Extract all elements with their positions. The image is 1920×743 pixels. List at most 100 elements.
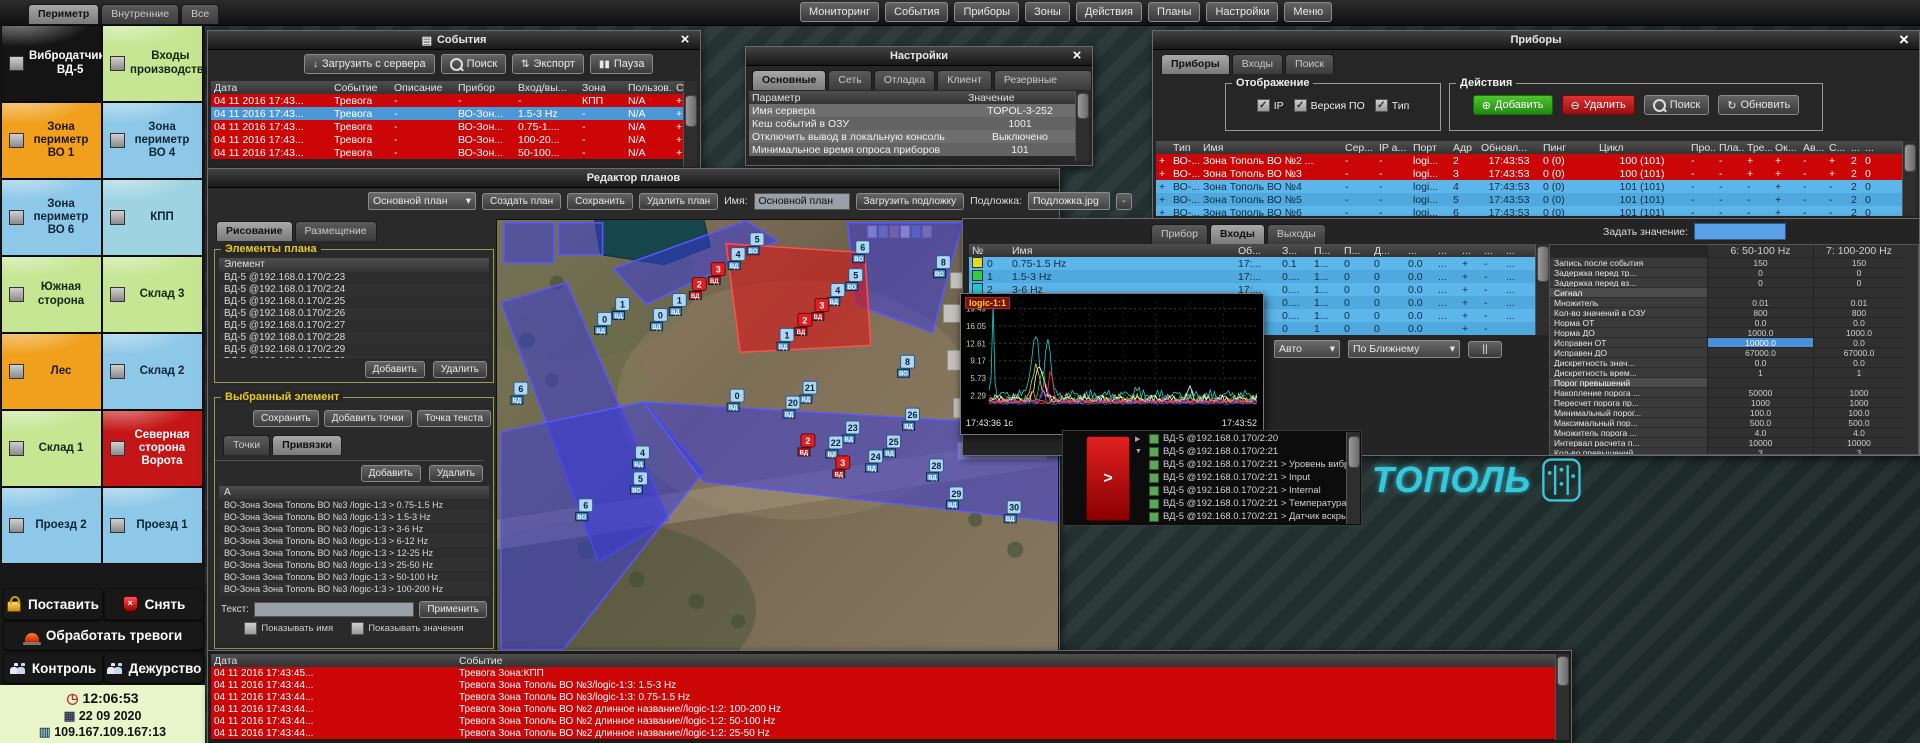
binding-item[interactable]: ВО-Зона Зона Тополь ВО №3 /logic-1:3 > 5… [219, 571, 489, 583]
param-value-2[interactable]: 500.0 [1813, 418, 1904, 428]
plan-element-item[interactable]: ВД-5 @192.168.0.170/2:30 [219, 356, 489, 358]
param-value-2[interactable] [1813, 288, 1904, 298]
tile-checkbox[interactable] [110, 441, 125, 456]
binding-item[interactable]: ВО-Зона Зона Тополь ВО №3 /logic-1:3 > 0… [219, 499, 489, 511]
settings-row[interactable]: Минимальное время опроса приборов101 [749, 143, 1075, 156]
devices-tab-Приборы[interactable]: Приборы [1161, 54, 1230, 74]
param-value-1[interactable]: 100.0 [1707, 408, 1813, 418]
log-row[interactable]: 04 11 2016 17:43:44...Тревога Зона Топол… [211, 691, 1555, 703]
param-value-1[interactable]: 0.01 [1707, 298, 1813, 308]
param-value-2[interactable]: 0 [1813, 268, 1904, 278]
armed-zone-polygon[interactable] [559, 223, 603, 255]
param-value-2[interactable]: 1000 [1813, 388, 1904, 398]
log-row[interactable]: 04 11 2016 17:43:44...Тревога Зона Топол… [211, 715, 1555, 727]
param-row[interactable]: Дискретность знач...0.00.0 [1550, 358, 1918, 368]
param-row[interactable]: Накопление порога ...500001000 [1550, 388, 1918, 398]
sensor-marker-3[interactable]: 3ВД [708, 263, 725, 285]
display-checkbox-Тип[interactable]: ✓Тип [1375, 99, 1410, 112]
settings-scrollbar[interactable] [1075, 91, 1089, 161]
Поиск-button[interactable]: Поиск [441, 54, 506, 74]
zone-tile[interactable]: Зона периметр ВО 4 [102, 102, 203, 179]
tile-checkbox[interactable] [110, 518, 125, 533]
duty-button[interactable]: Дежурство [104, 653, 204, 683]
plan-select[interactable]: Основной план▾ [368, 192, 476, 210]
zone-tile[interactable]: Склад 1 [1, 410, 102, 487]
device-row[interactable]: +ВО-...Зона Тополь ВО №5--logi...517:43:… [1156, 193, 1902, 206]
pause-button[interactable]: || [1468, 341, 1502, 358]
param-row[interactable]: Дискретность врем...11 [1550, 368, 1918, 378]
settings-tab-Отладка[interactable]: Отладка [874, 70, 936, 90]
set-value-input[interactable] [1694, 223, 1786, 240]
param-value-1[interactable]: 0 [1707, 268, 1813, 278]
param-value-1[interactable]: 4.0 [1707, 428, 1813, 438]
plan-element-item[interactable]: ВД-5 @192.168.0.170/2:25 [219, 296, 489, 308]
checkbox-box[interactable]: ✓ [1257, 99, 1270, 112]
view-tab-Внутренние[interactable]: Внутренние [101, 4, 179, 24]
event-row[interactable]: 04 11 2016 17:43...Тревога-ВО-Зон...100-… [211, 133, 683, 146]
devices-tab-Поиск[interactable]: Поиск [1285, 54, 1334, 74]
param-value-2[interactable]: 0 [1813, 278, 1904, 288]
process-alarms-button[interactable]: Обработать тревоги [3, 621, 204, 650]
param-value-1[interactable]: 500.0 [1707, 418, 1813, 428]
settings-tab-Резервные копии[interactable]: Резервные копии [994, 70, 1092, 90]
Поиск-button[interactable]: Поиск [1644, 95, 1709, 115]
zone-tile[interactable]: Лес [1, 333, 102, 410]
events-titlebar[interactable]: ▤ События × [208, 31, 700, 50]
plan-tab-Рисование[interactable]: Рисование [216, 221, 293, 241]
events-header-row[interactable]: ДатаСобытиеОписаниеПриборВход/вы...ЗонаП… [211, 81, 683, 94]
param-value-2[interactable]: 100.0 [1813, 408, 1904, 418]
arm-button[interactable]: Поставить [3, 588, 103, 620]
tile-checkbox[interactable] [9, 441, 24, 456]
zone-tile[interactable]: КПП [102, 179, 203, 256]
control-button[interactable]: Контроль [3, 653, 103, 683]
plan-element-item[interactable]: ВД-5 @192.168.0.170/2:28 [219, 332, 489, 344]
param-row[interactable]: Порог превышений [1550, 378, 1918, 388]
disarm-button[interactable]: ×Снять [104, 588, 204, 620]
param-value-2[interactable]: 67000.0 [1813, 348, 1904, 358]
tile-checkbox[interactable] [110, 133, 125, 148]
devices-titlebar[interactable]: Приборы × [1153, 31, 1919, 50]
settings-titlebar[interactable]: Настройки × [746, 47, 1092, 66]
log-header-row[interactable]: ДатаСобытие [211, 654, 1555, 667]
tab-Точки[interactable]: Точки [223, 435, 270, 455]
settings-tab-Клиент[interactable]: Клиент [937, 70, 992, 90]
param-row[interactable]: Исправен ДО67000.067000.0 [1550, 348, 1918, 358]
param-value-1[interactable]: 150 [1707, 258, 1813, 268]
menu-Приборы[interactable]: Приборы [954, 2, 1019, 22]
checkbox-box[interactable] [351, 622, 364, 635]
settings-row[interactable]: Отключить вывод в локальную консольВыклю… [749, 130, 1075, 143]
device-row[interactable]: +ВО-...Зона Тополь ВО №2 ...--logi...217… [1156, 154, 1902, 167]
zone-tile[interactable]: Зона периметр ВО 6 [1, 179, 102, 256]
sensor-marker-2[interactable]: 2ВД [689, 278, 706, 300]
checkbox-Показывать имя[interactable]: Показывать имя [244, 622, 333, 635]
display-checkbox-Версия ПО[interactable]: ✓Версия ПО [1294, 99, 1365, 112]
tile-checkbox[interactable] [110, 364, 125, 379]
tree-scrollbar[interactable] [1346, 432, 1360, 524]
plan-element-item[interactable]: ВД-5 @192.168.0.170/2:29 [219, 344, 489, 356]
tile-checkbox[interactable] [9, 210, 24, 225]
event-row[interactable]: 04 11 2016 17:43...Тревога---КППN/A+ [211, 94, 683, 107]
device-row[interactable]: +ВО-...Зона Тополь ВО №6--logi...617:43:… [1156, 206, 1902, 216]
param-value-2[interactable]: 0.01 [1813, 298, 1904, 308]
checkbox-Показывать значения[interactable]: Показывать значения [351, 622, 463, 635]
collapse-button[interactable]: - [1116, 193, 1132, 210]
param-value-2[interactable]: 10000 [1813, 438, 1904, 448]
log-scrollbar[interactable] [1555, 654, 1569, 740]
log-row[interactable]: 04 11 2016 17:43:44...Тревога Зона Топол… [211, 703, 1555, 715]
view-tab-Все[interactable]: Все [181, 4, 219, 24]
events-scrollbar[interactable] [683, 81, 697, 167]
param-row[interactable]: Запись после события150150 [1550, 258, 1918, 268]
Загрузить с сервера-button[interactable]: ↓Загрузить с сервера [304, 54, 435, 74]
tree-item[interactable]: ▶ВД-5 @192.168.0.170/2:20 [1135, 432, 1347, 445]
param-row[interactable]: Кол-во значений в ОЗУ800800 [1550, 308, 1918, 318]
nearest-select[interactable]: По Ближнему▾ [1348, 340, 1460, 358]
param-value-2[interactable]: 0.0 [1813, 318, 1904, 328]
tree-item[interactable]: ВД-5 @192.168.0.170/2:21 > Уровень вибра… [1135, 458, 1347, 471]
view-tab-Периметр[interactable]: Периметр [28, 4, 99, 24]
settings-tab-Сеть[interactable]: Сеть [828, 70, 871, 90]
Сохранить-button[interactable]: Сохранить [253, 410, 319, 427]
param-value-1[interactable]: 3 [1707, 448, 1813, 455]
param-row[interactable]: Интервал расчета п...1000010000 [1550, 438, 1918, 448]
param-value-1[interactable] [1707, 378, 1813, 388]
param-value-1[interactable]: 10000 [1707, 438, 1813, 448]
